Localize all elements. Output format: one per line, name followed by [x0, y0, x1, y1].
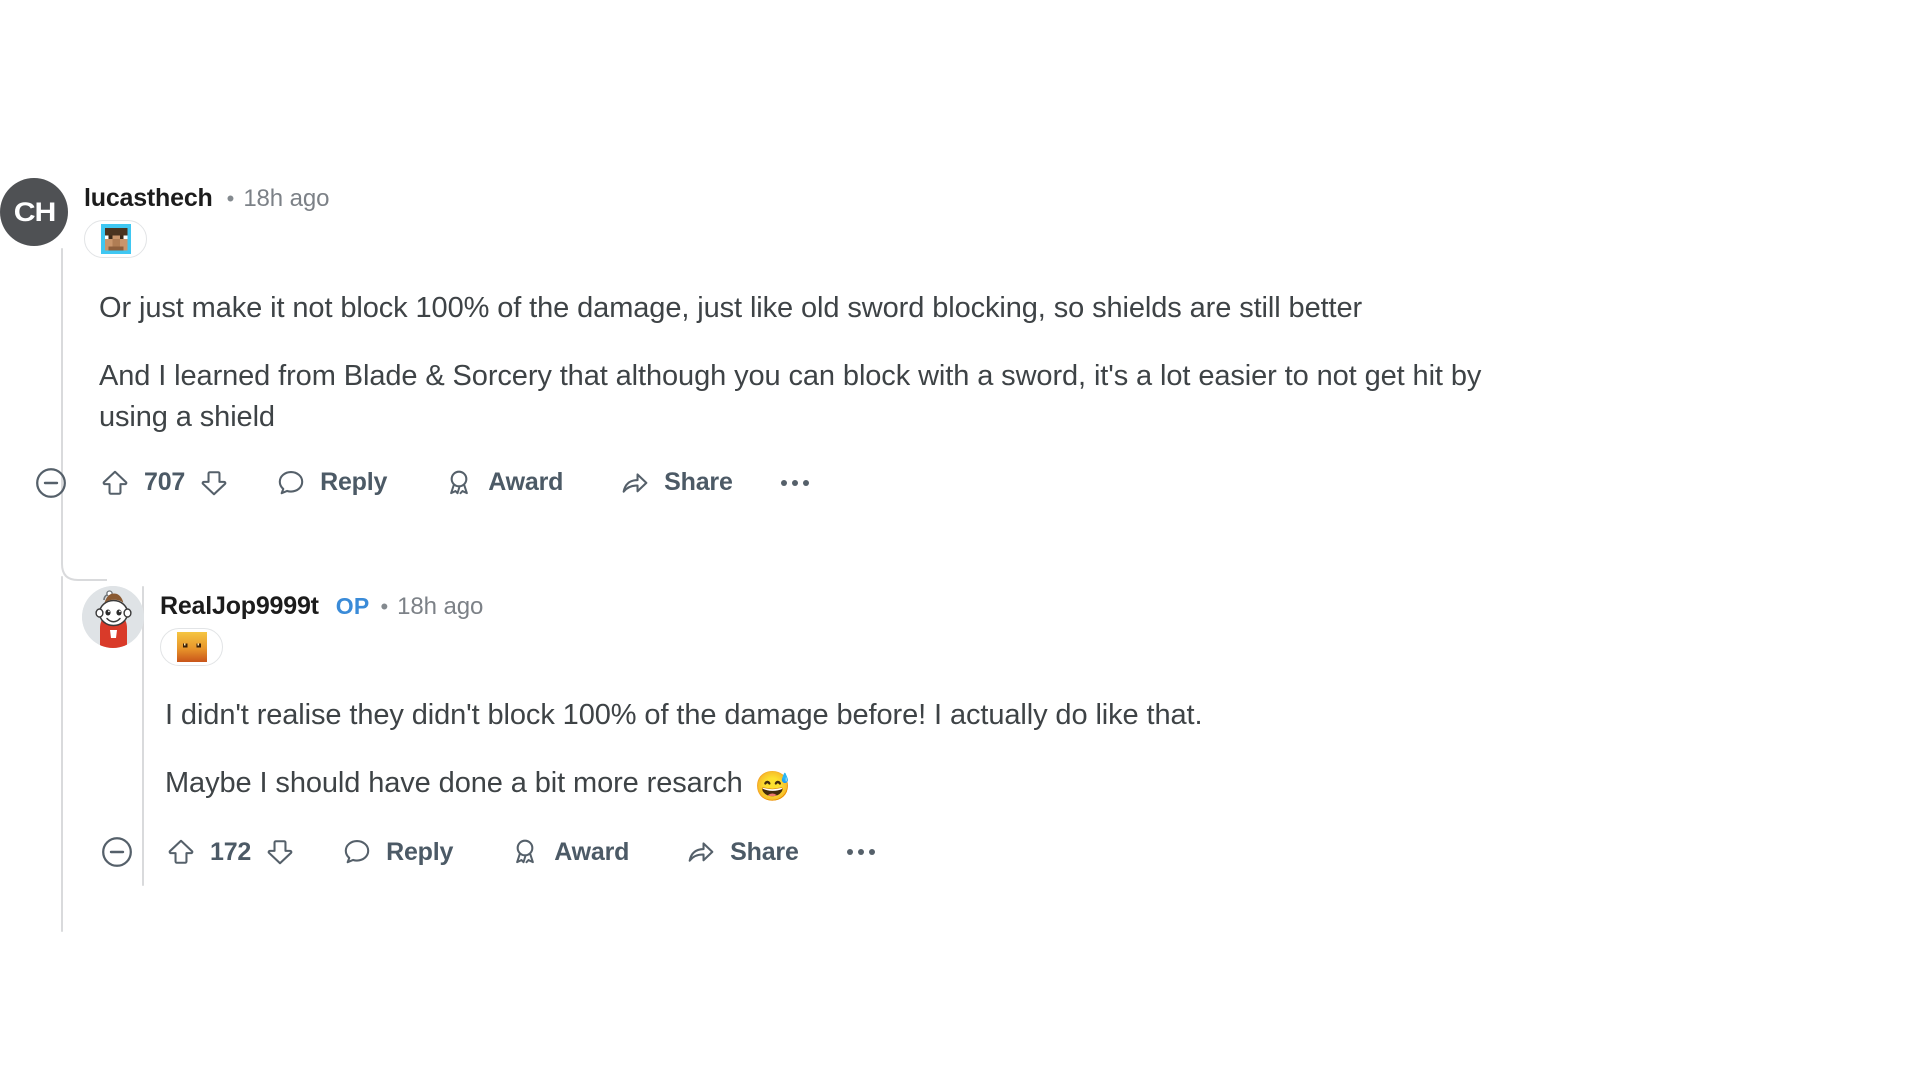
comment-paragraph-text: Maybe I should have done a bit more resa…: [165, 767, 751, 800]
op-badge: OP: [335, 593, 370, 619]
reply-label: Reply: [386, 837, 454, 866]
award-button[interactable]: Award: [509, 836, 629, 868]
reply-button[interactable]: Reply: [275, 467, 387, 499]
comment-byline-root: lucasthech • 18h ago: [84, 178, 329, 258]
share-label: Share: [664, 468, 733, 497]
reply-button[interactable]: Reply: [341, 836, 453, 868]
share-button[interactable]: Share: [619, 467, 733, 499]
downvote-arrow-icon: [267, 840, 293, 865]
comment-body-reply: I didn't realise they didn't block 100% …: [165, 695, 1495, 808]
comment-paragraph: I didn't realise they didn't block 100% …: [165, 699, 1203, 731]
author-username[interactable]: lucasthech: [84, 184, 213, 213]
share-label: Share: [730, 837, 799, 866]
award-button[interactable]: Award: [443, 467, 563, 499]
share-arrow-icon: [622, 472, 648, 493]
comment-root: CH lucasthech • 18h ago Or just make it …: [0, 178, 1900, 501]
upvote-arrow-icon: [168, 840, 194, 865]
vote-count: 707: [144, 468, 186, 497]
share-button[interactable]: Share: [685, 836, 799, 868]
author-username[interactable]: RealJop9999t: [160, 592, 319, 621]
comment-header-reply: RealJop9999t OP • 18h ago: [82, 586, 1882, 666]
comment-actions-reply: 172 Reply Award Share: [99, 834, 1882, 870]
award-rosette-icon: [516, 839, 535, 864]
downvote-button[interactable]: [264, 836, 296, 868]
comment-body-root: Or just make it not block 100% of the da…: [99, 288, 1529, 439]
avatar-initials: CH: [13, 196, 56, 227]
reddit-comment-thread: CH lucasthech • 18h ago Or just make it …: [0, 0, 1920, 1080]
comment-bubble-icon: [344, 840, 370, 864]
award-label: Award: [488, 468, 564, 497]
comment-paragraph: And I learned from Blade & Sorcery that …: [99, 360, 1482, 434]
comment-bubble-icon: [278, 470, 304, 494]
comment-timestamp: 18h ago: [243, 185, 330, 212]
avatar[interactable]: CH: [0, 178, 68, 246]
user-flair-badge[interactable]: [84, 220, 147, 258]
snoo-avatar-icon: [82, 586, 144, 648]
comment-header-root: CH lucasthech • 18h ago: [0, 178, 1900, 258]
downvote-arrow-icon: [201, 470, 227, 495]
comment-reply: RealJop9999t OP • 18h ago I didn't reali…: [82, 586, 1882, 870]
upvote-button[interactable]: [165, 836, 197, 868]
vote-group: 707: [99, 467, 230, 499]
minecraft-steve-head-flair-icon: [100, 224, 131, 254]
byline-separator: •: [226, 186, 235, 211]
share-arrow-icon: [688, 842, 714, 863]
comment-byline-reply: RealJop9999t OP • 18h ago: [160, 586, 483, 666]
upvote-arrow-icon: [102, 470, 128, 495]
award-label: Award: [554, 837, 630, 866]
reply-label: Reply: [320, 468, 388, 497]
upvote-button[interactable]: [99, 467, 131, 499]
downvote-button[interactable]: [198, 467, 230, 499]
collapse-thread-button[interactable]: [99, 834, 135, 870]
comment-timestamp: 18h ago: [397, 593, 484, 620]
comment-paragraph: Maybe I should have done a bit more resa…: [165, 763, 1495, 808]
author-row: RealJop9999t OP • 18h ago: [160, 592, 483, 621]
author-row: lucasthech • 18h ago: [84, 184, 329, 213]
vote-count: 172: [210, 837, 252, 866]
user-flair-badge[interactable]: [160, 628, 223, 666]
avatar[interactable]: [82, 586, 144, 648]
thread-line-root-lower[interactable]: [61, 576, 63, 932]
comment-actions-root: 707 Reply Award Share: [33, 465, 1900, 501]
thread-curve-connector: [61, 530, 107, 582]
more-options-button[interactable]: [780, 479, 809, 486]
byline-separator: •: [380, 594, 389, 619]
more-options-icon: [846, 849, 875, 856]
collapse-thread-button[interactable]: [33, 465, 69, 501]
comment-paragraph: Or just make it not block 100% of the da…: [99, 292, 1363, 324]
award-rosette-icon: [450, 470, 469, 494]
vote-group: 172: [165, 836, 296, 868]
minecraft-gold-block-face-flair-icon: [176, 632, 207, 662]
collapse-minus-circle-icon: [36, 467, 66, 498]
more-options-button[interactable]: [846, 849, 875, 856]
more-options-icon: [780, 479, 809, 486]
sweat-smile-emoji: 😅: [754, 771, 791, 804]
collapse-minus-circle-icon: [102, 837, 132, 868]
